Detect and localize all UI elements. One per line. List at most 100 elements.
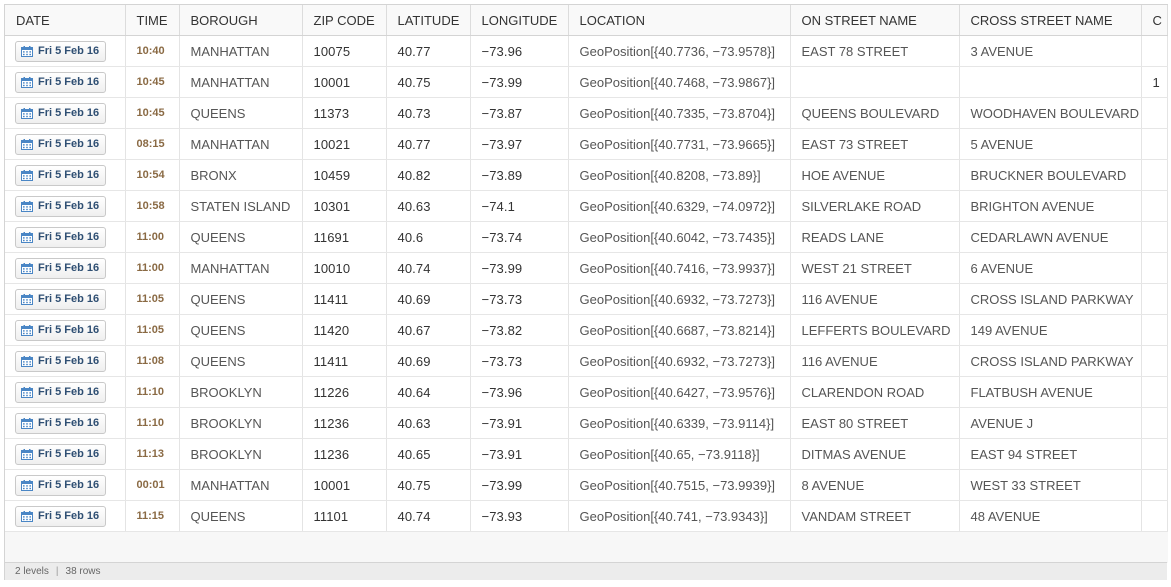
date-pill[interactable]: Fri 5 Feb 16 <box>15 195 107 217</box>
cell-truncated[interactable] <box>1141 252 1168 284</box>
table-row[interactable]: Fri 5 Feb 16 11:13 BROOKLYN 11236 40.65 −73.9… <box>5 438 1168 470</box>
cell-zip-code[interactable]: 11691 <box>302 221 387 253</box>
table-row[interactable]: Fri 5 Feb 16 10:45 QUEENS 11373 40.73 −73.87 G… <box>5 97 1168 129</box>
cell-date[interactable]: Fri 5 Feb 16 <box>5 252 126 284</box>
cell-date[interactable]: Fri 5 Feb 16 <box>5 159 126 191</box>
cell-cross-street-name[interactable]: EAST 94 STREET <box>959 438 1142 470</box>
cell-longitude[interactable]: −73.99 <box>470 469 569 501</box>
cell-zip-code[interactable]: 11101 <box>302 500 387 532</box>
cell-date[interactable]: Fri 5 Feb 16 <box>5 283 126 315</box>
table-row[interactable]: Fri 5 Feb 16 08:15 MANHATTAN 10021 40.77 −73.… <box>5 128 1168 160</box>
column-header-on-street-name[interactable]: ON STREET NAME <box>790 5 960 36</box>
cell-date[interactable]: Fri 5 Feb 16 <box>5 469 126 501</box>
cell-cross-street-name[interactable]: WOODHAVEN BOULEVARD <box>959 97 1142 129</box>
cell-date[interactable]: Fri 5 Feb 16 <box>5 345 126 377</box>
cell-longitude[interactable]: −73.99 <box>470 252 569 284</box>
cell-zip-code[interactable]: 10075 <box>302 35 387 67</box>
cell-borough[interactable]: MANHATTAN <box>179 35 303 67</box>
cell-cross-street-name[interactable]: 6 AVENUE <box>959 252 1142 284</box>
cell-zip-code[interactable]: 11420 <box>302 314 387 346</box>
cell-time[interactable]: 11:05 <box>125 314 180 346</box>
cell-zip-code[interactable]: 10010 <box>302 252 387 284</box>
cell-time[interactable]: 10:40 <box>125 35 180 67</box>
cell-location[interactable]: GeoPosition[{40.6339, −73.9114}] <box>568 407 791 439</box>
cell-date[interactable]: Fri 5 Feb 16 <box>5 221 126 253</box>
cell-location[interactable]: GeoPosition[{40.7736, −73.9578}] <box>568 35 791 67</box>
cell-cross-street-name[interactable]: FLATBUSH AVENUE <box>959 376 1142 408</box>
cell-location[interactable]: GeoPosition[{40.7416, −73.9937}] <box>568 252 791 284</box>
cell-time[interactable]: 10:58 <box>125 190 180 222</box>
cell-truncated[interactable] <box>1141 159 1168 191</box>
table-row[interactable]: Fri 5 Feb 16 11:15 QUEENS 11101 40.74 −73.93 G… <box>5 500 1168 532</box>
cell-time[interactable]: 11:00 <box>125 221 180 253</box>
table-row[interactable]: Fri 5 Feb 16 00:01 MANHATTAN 10001 40.75 −73.… <box>5 469 1168 501</box>
cell-truncated[interactable] <box>1141 283 1168 315</box>
cell-latitude[interactable]: 40.75 <box>386 66 471 98</box>
table-row[interactable]: Fri 5 Feb 16 11:08 QUEENS 11411 40.69 −73.73 G… <box>5 345 1168 377</box>
column-header-truncated[interactable]: C <box>1141 5 1168 36</box>
date-pill[interactable]: Fri 5 Feb 16 <box>15 381 107 403</box>
cell-on-street-name[interactable]: EAST 73 STREET <box>790 128 960 160</box>
cell-latitude[interactable]: 40.69 <box>386 283 471 315</box>
cell-borough[interactable]: BROOKLYN <box>179 438 303 470</box>
cell-truncated[interactable] <box>1141 97 1168 129</box>
cell-longitude[interactable]: −73.91 <box>470 438 569 470</box>
column-header-time[interactable]: TIME <box>125 5 180 36</box>
cell-date[interactable]: Fri 5 Feb 16 <box>5 314 126 346</box>
date-pill[interactable]: Fri 5 Feb 16 <box>15 102 107 124</box>
cell-location[interactable]: GeoPosition[{40.6687, −73.8214}] <box>568 314 791 346</box>
cell-on-street-name[interactable]: 116 AVENUE <box>790 283 960 315</box>
cell-time[interactable]: 00:01 <box>125 469 180 501</box>
cell-truncated[interactable] <box>1141 221 1168 253</box>
cell-latitude[interactable]: 40.74 <box>386 500 471 532</box>
column-header-longitude[interactable]: LONGITUDE <box>470 5 569 36</box>
cell-longitude[interactable]: −73.97 <box>470 128 569 160</box>
cell-latitude[interactable]: 40.67 <box>386 314 471 346</box>
cell-time[interactable]: 08:15 <box>125 128 180 160</box>
cell-date[interactable]: Fri 5 Feb 16 <box>5 500 126 532</box>
table-row[interactable]: Fri 5 Feb 16 10:45 MANHATTAN 10001 40.75 −73.… <box>5 66 1168 98</box>
cell-truncated[interactable] <box>1141 438 1168 470</box>
cell-borough[interactable]: QUEENS <box>179 283 303 315</box>
cell-longitude[interactable]: −73.82 <box>470 314 569 346</box>
cell-time[interactable]: 10:45 <box>125 97 180 129</box>
cell-time[interactable]: 10:54 <box>125 159 180 191</box>
cell-time[interactable]: 10:45 <box>125 66 180 98</box>
cell-borough[interactable]: QUEENS <box>179 345 303 377</box>
cell-date[interactable]: Fri 5 Feb 16 <box>5 97 126 129</box>
column-header-cross-street-name[interactable]: CROSS STREET NAME <box>959 5 1142 36</box>
column-header-date[interactable]: DATE <box>5 5 126 36</box>
cell-truncated[interactable] <box>1141 500 1168 532</box>
cell-on-street-name[interactable]: 116 AVENUE <box>790 345 960 377</box>
date-pill[interactable]: Fri 5 Feb 16 <box>15 226 107 248</box>
cell-truncated[interactable] <box>1141 128 1168 160</box>
cell-time[interactable]: 11:05 <box>125 283 180 315</box>
cell-zip-code[interactable]: 10001 <box>302 66 387 98</box>
cell-longitude[interactable]: −73.91 <box>470 407 569 439</box>
cell-zip-code[interactable]: 10301 <box>302 190 387 222</box>
cell-date[interactable]: Fri 5 Feb 16 <box>5 128 126 160</box>
cell-longitude[interactable]: −73.93 <box>470 500 569 532</box>
cell-time[interactable]: 11:08 <box>125 345 180 377</box>
cell-location[interactable]: GeoPosition[{40.6329, −74.0972}] <box>568 190 791 222</box>
cell-latitude[interactable]: 40.65 <box>386 438 471 470</box>
cell-date[interactable]: Fri 5 Feb 16 <box>5 35 126 67</box>
date-pill[interactable]: Fri 5 Feb 16 <box>15 71 107 93</box>
column-header-latitude[interactable]: LATITUDE <box>386 5 471 36</box>
cell-longitude[interactable]: −73.87 <box>470 97 569 129</box>
cell-latitude[interactable]: 40.6 <box>386 221 471 253</box>
cell-cross-street-name[interactable]: 149 AVENUE <box>959 314 1142 346</box>
date-pill[interactable]: Fri 5 Feb 16 <box>15 319 107 341</box>
date-pill[interactable]: Fri 5 Feb 16 <box>15 257 107 279</box>
table-row[interactable]: Fri 5 Feb 16 10:58 STATEN ISLAND 10301 40.63… <box>5 190 1168 222</box>
cell-borough[interactable]: QUEENS <box>179 221 303 253</box>
cell-location[interactable]: GeoPosition[{40.7468, −73.9867}] <box>568 66 791 98</box>
cell-cross-street-name[interactable]: 48 AVENUE <box>959 500 1142 532</box>
cell-borough[interactable]: BROOKLYN <box>179 407 303 439</box>
cell-location[interactable]: GeoPosition[{40.6042, −73.7435}] <box>568 221 791 253</box>
date-pill[interactable]: Fri 5 Feb 16 <box>15 133 107 155</box>
date-pill[interactable]: Fri 5 Feb 16 <box>15 412 107 434</box>
cell-latitude[interactable]: 40.74 <box>386 252 471 284</box>
cell-longitude[interactable]: −73.99 <box>470 66 569 98</box>
cell-truncated[interactable] <box>1141 35 1168 67</box>
